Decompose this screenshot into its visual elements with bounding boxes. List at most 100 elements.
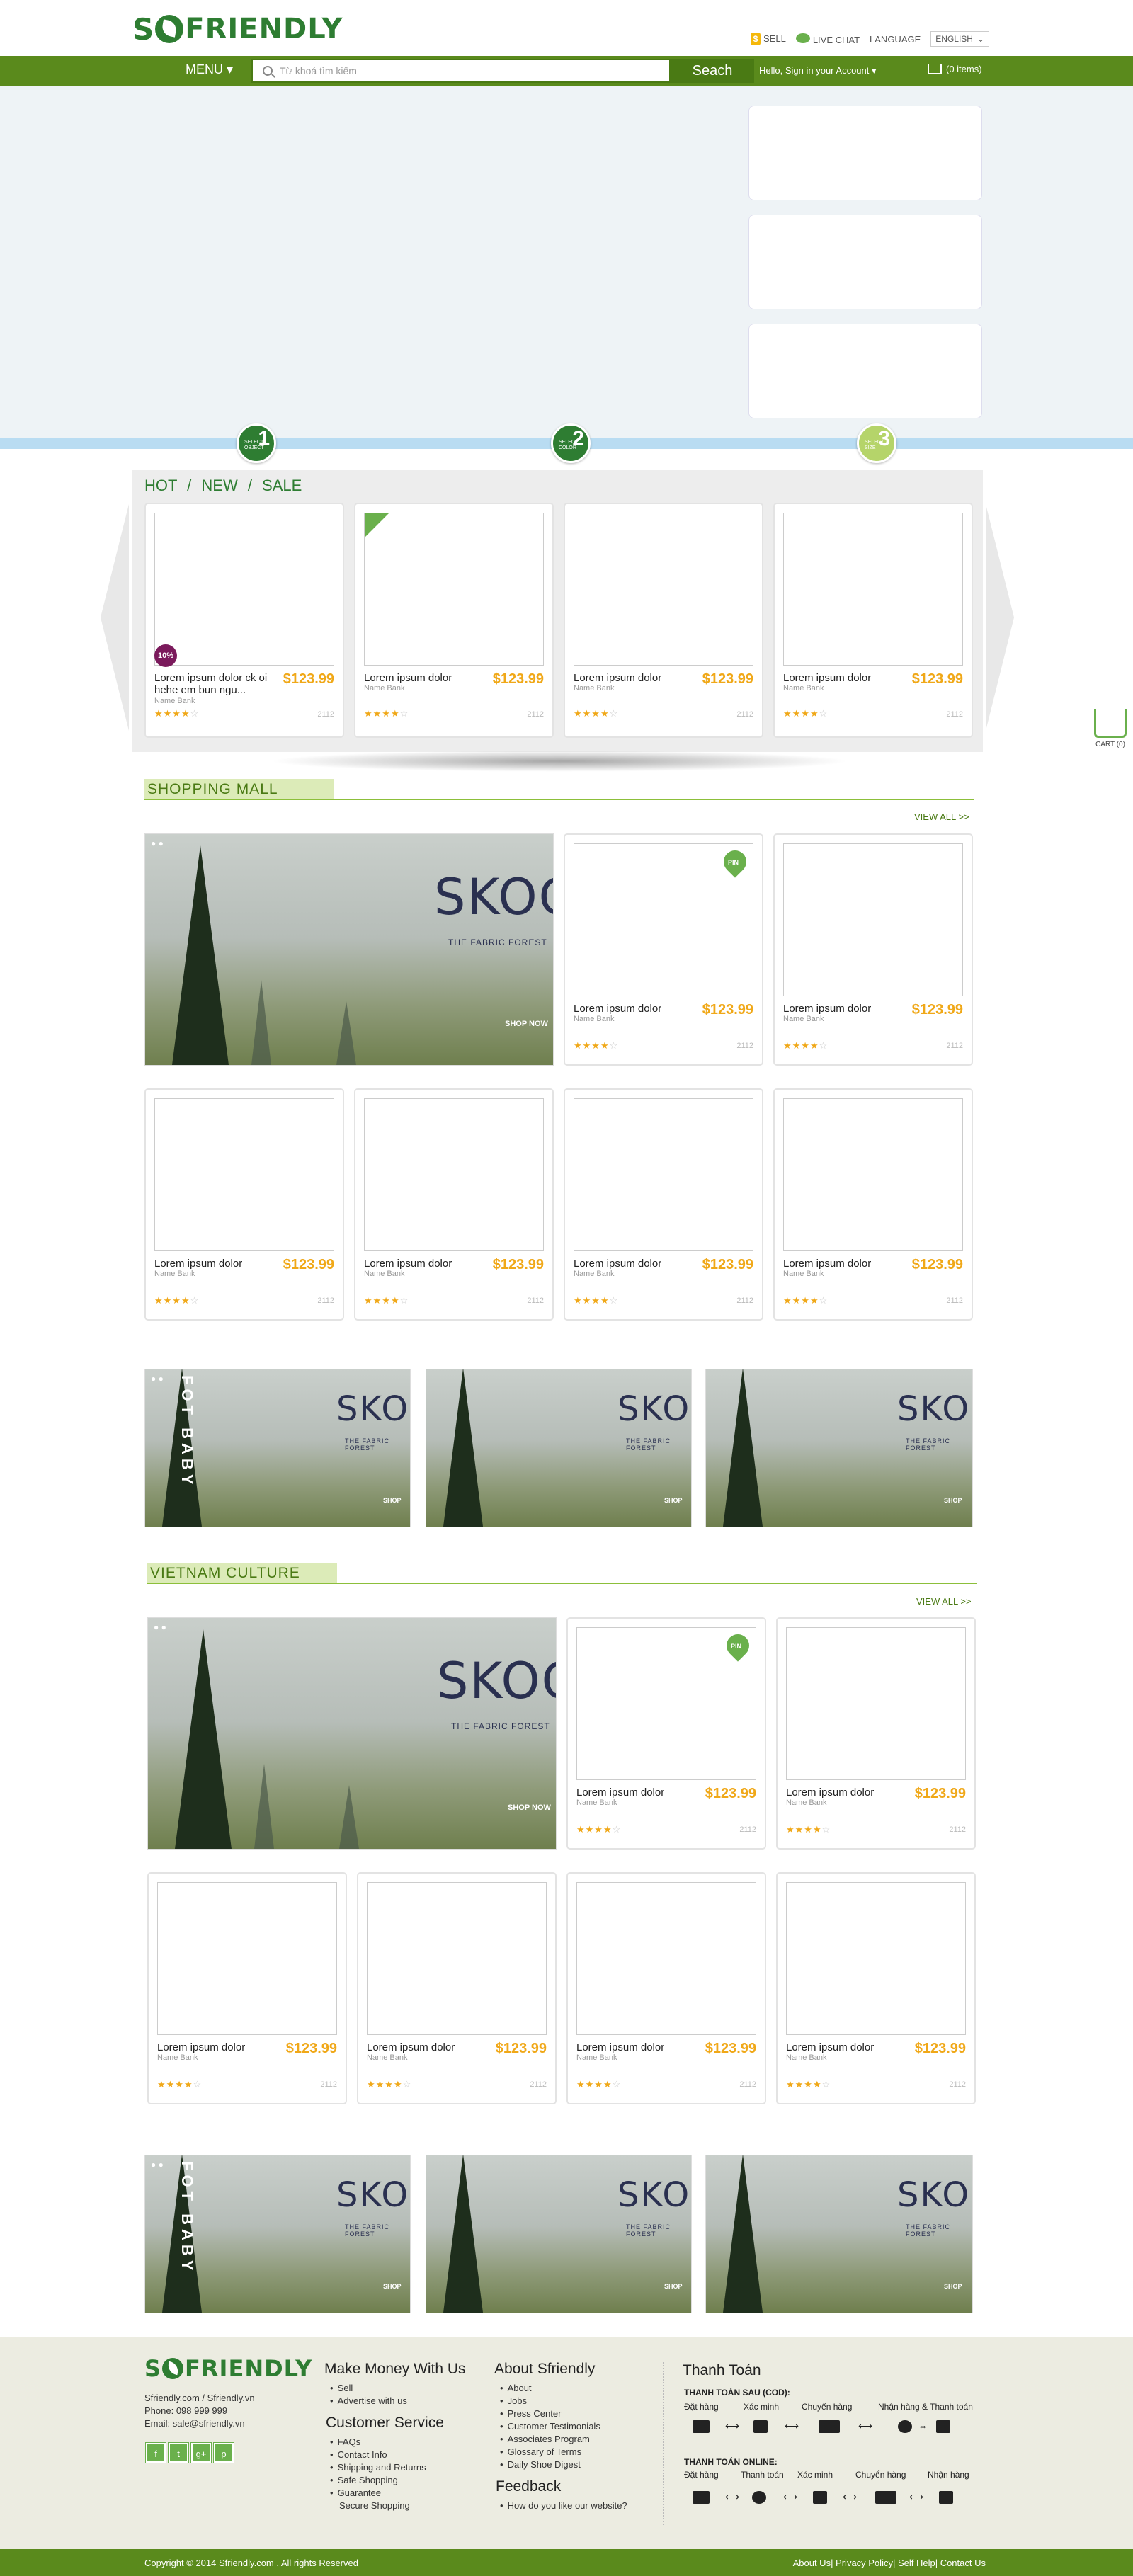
sell-link[interactable]: $ SELL [751,33,786,45]
product-name[interactable]: Lorem ipsum dolor [364,1258,484,1270]
product-name[interactable]: Lorem ipsum dolor [574,672,694,684]
language-select[interactable]: ENGLISH ⌄ [930,31,990,47]
product-card[interactable]: Lorem ipsum dolor Name Bank $123.99 ★★★★… [564,503,763,738]
search-input[interactable]: Từ khoá tìm kiếm [251,59,671,83]
footer-link[interactable]: Glossary of Terms [500,2446,600,2458]
hero-side-card[interactable] [748,324,982,418]
shop-button[interactable]: SHOP [664,1497,683,1504]
product-image[interactable] [576,1882,756,2035]
product-card[interactable]: Lorem ipsum dolor Name Bank $123.99 ★★★★… [773,833,973,1066]
footer-link[interactable]: Advertise with us [330,2395,407,2407]
step-1[interactable]: 1 SELECT OBJECT [237,423,276,463]
footer-link[interactable]: Safe Shopping [330,2474,426,2487]
product-card[interactable]: Lorem ipsum dolor Name Bank $123.99 ★★★★☆ 21… [566,1872,766,2104]
product-card[interactable]: 10% Lorem ipsum dolor ck oi hehe em bun … [144,503,344,738]
product-name[interactable]: Lorem ipsum dolor [157,2041,278,2053]
footer-link[interactable]: Contact Info [330,2449,426,2461]
shop-button[interactable]: SHOP [383,1497,402,1504]
product-image[interactable] [786,1627,966,1780]
product-card[interactable]: Lorem ipsum dolor Name Bank $123.99 ★★★★☆ 21… [144,1088,344,1321]
footer-link[interactable]: Shipping and Returns [330,2461,426,2474]
product-name[interactable]: Lorem ipsum dolor [364,672,484,684]
product-name[interactable]: Lorem ipsum dolor [783,1003,904,1015]
product-card[interactable]: Lorem ipsum dolor Name Bank $123.99 ★★★★☆ 21… [776,1617,976,1850]
promo-banner-small[interactable]: SKOG THE FABRIC FOREST SHOP [426,2155,692,2313]
site-logo[interactable]: S FRIENDLY [132,11,343,47]
promo-banner[interactable]: ● ● SKOG THE FABRIC FOREST SHOP NOW [147,1617,557,1850]
footer-link[interactable]: How do you like our website? [500,2500,627,2512]
product-card[interactable]: Lorem ipsum dolor Name Bank $123.99 ★★★★☆ 21… [354,1088,554,1321]
product-image[interactable] [783,513,963,666]
product-name[interactable]: Lorem ipsum dolor [576,1786,697,1799]
footer-link[interactable]: About [500,2382,600,2395]
product-name[interactable]: Lorem ipsum dolor [783,672,904,684]
product-card[interactable]: Lorem ipsum dolor Name Bank $123.99 ★★★★☆ 21… [564,1088,763,1321]
product-card[interactable]: Lorem ipsum dolor Name Bank $123.99 ★★★★… [773,503,973,738]
footer-link[interactable]: FAQs [330,2436,426,2449]
product-image[interactable] [786,1882,966,2035]
step-3[interactable]: 3 SELECT SIZE [857,423,896,463]
product-image[interactable] [574,513,753,666]
footer-link[interactable]: Jobs [500,2395,600,2407]
hero-side-card[interactable] [748,106,982,200]
product-name[interactable]: Lorem ipsum dolor [783,1258,904,1270]
floating-cart[interactable]: CART (0) [1091,709,1130,748]
promo-banner-small[interactable]: SKOG THE FABRIC FOREST SHOP [705,1369,973,1527]
product-card[interactable]: Lorem ipsum dolor Name Bank $123.99 ★★★★… [354,503,554,738]
shop-button[interactable]: SHOP [944,1497,962,1504]
footer-link[interactable]: Guarantee [330,2487,426,2500]
promo-banner-small[interactable]: SKOG THE FABRIC FOREST SHOP [705,2155,973,2313]
footer-link[interactable]: Press Center [500,2407,600,2420]
product-image[interactable] [157,1882,337,2035]
view-all-link[interactable]: VIEW ALL >> [914,811,969,822]
product-card[interactable]: Lorem ipsum dolor Name Bank $123.99 ★★★★☆ 21… [357,1872,557,2104]
search-button[interactable]: Seach [671,59,754,83]
footer-logo[interactable]: S FRIENDLY [144,2355,312,2382]
pinterest-icon[interactable]: p [213,2442,234,2463]
shop-button[interactable]: SHOP [383,2283,402,2290]
facebook-icon[interactable]: f [145,2442,166,2463]
view-all-link[interactable]: VIEW ALL >> [916,1596,972,1607]
live-chat-link[interactable]: LIVE CHAT [795,33,860,45]
shop-now-button[interactable]: SHOP NOW [505,1020,548,1028]
cart-link[interactable]: (0 items) [928,64,982,74]
product-image[interactable] [364,513,544,666]
product-card[interactable]: Lorem ipsum dolor Name Bank $123.99 ★★★★☆ 21… [776,1872,976,2104]
product-card[interactable]: PIN Lorem ipsum dolor Name Bank $123.99 … [566,1617,766,1850]
product-image[interactable] [367,1882,547,2035]
step-2[interactable]: 2 SELECT COLOR [551,423,591,463]
product-image[interactable] [783,1098,963,1251]
product-card[interactable]: Lorem ipsum dolor Name Bank $123.99 ★★★★☆ 21… [147,1872,347,2104]
shop-button[interactable]: SHOP [664,2283,683,2290]
footer-link[interactable]: Associates Program [500,2433,600,2446]
promo-banner-small[interactable]: ● ● FOT BABY SKOG THE FABRIC FOREST SHOP [144,2155,411,2313]
product-card[interactable]: Lorem ipsum dolor Name Bank $123.99 ★★★★☆ 21… [773,1088,973,1321]
product-card[interactable]: PIN Lorem ipsum dolor Name Bank $123.99 … [564,833,763,1066]
product-image[interactable] [574,1098,753,1251]
product-name[interactable]: Lorem ipsum dolor [574,1003,694,1015]
promo-banner-small[interactable]: SKOG THE FABRIC FOREST SHOP [426,1369,692,1527]
product-name[interactable]: Lorem ipsum dolor [367,2041,487,2053]
footer-link[interactable]: Sell [330,2382,407,2395]
promo-banner-small[interactable]: ● ● FOT BABY SKOG THE FABRIC FOREST SHOP [144,1369,411,1527]
product-image[interactable] [154,1098,334,1251]
shop-now-button[interactable]: SHOP NOW [508,1803,551,1812]
carousel-dots[interactable]: ● ● [154,1622,166,1632]
product-name[interactable]: Lorem ipsum dolor [786,2041,906,2053]
product-name[interactable]: Lorem ipsum dolor ck oi hehe em bun ngu.… [154,672,275,696]
next-arrow[interactable] [986,504,1014,731]
hero-side-card[interactable] [748,215,982,309]
prev-arrow[interactable] [101,504,129,731]
product-image[interactable] [783,843,963,996]
promo-banner[interactable]: ● ● SKOG THE FABRIC FOREST SHOP NOW [144,833,554,1066]
product-image[interactable] [154,513,334,666]
footer-bottom-links[interactable]: About Us| Privacy Policy| Self Help| Con… [793,2558,986,2568]
product-name[interactable]: Lorem ipsum dolor [154,1258,275,1270]
signin-link[interactable]: Hello, Sign in your Account ▾ [759,65,877,76]
footer-link[interactable]: Daily Shoe Digest [500,2458,600,2471]
twitter-icon[interactable]: t [168,2442,189,2463]
footer-link[interactable]: Customer Testimonials [500,2420,600,2433]
google-plus-icon[interactable]: g+ [190,2442,212,2463]
product-name[interactable]: Lorem ipsum dolor [574,1258,694,1270]
product-name[interactable]: Lorem ipsum dolor [576,2041,697,2053]
